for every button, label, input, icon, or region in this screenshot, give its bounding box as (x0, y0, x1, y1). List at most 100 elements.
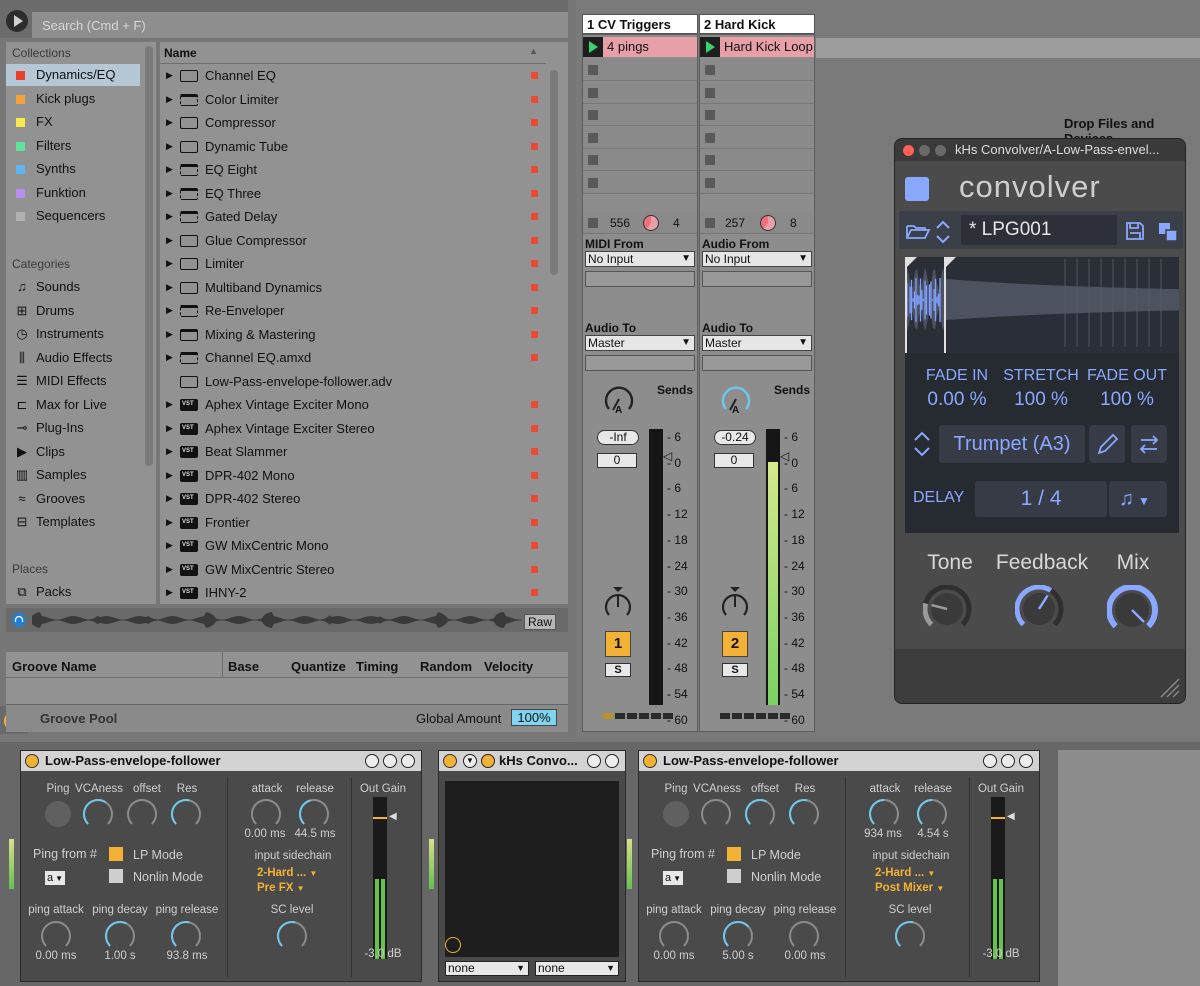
clip-slot[interactable] (583, 81, 697, 104)
file-row[interactable]: ▶ Color Limiter (160, 88, 546, 111)
attack-knob[interactable] (867, 797, 901, 829)
file-row[interactable]: ▶ VST IHNY-2 (160, 581, 546, 604)
file-row[interactable]: ▶ VST GW MixCentric Stereo (160, 558, 546, 581)
expand-arrow-icon[interactable]: ▶ (166, 511, 173, 534)
minimize-window-button[interactable] (919, 145, 930, 156)
mix-knob[interactable] (1107, 585, 1159, 637)
expand-arrow-icon[interactable]: ▶ (166, 111, 173, 134)
stop-button[interactable] (705, 132, 715, 143)
expand-arrow-icon[interactable]: ▶ (166, 299, 173, 322)
clip-slot[interactable] (700, 59, 814, 81)
stop-button[interactable] (705, 65, 715, 75)
expand-arrow-icon[interactable]: ▶ (166, 64, 173, 87)
vcaness-knob[interactable] (81, 797, 115, 829)
instrument-updown-icon[interactable] (913, 429, 931, 459)
category-item[interactable]: ⊸ Plug-Ins (6, 417, 140, 439)
param-map-select[interactable]: none ▼ (535, 961, 619, 976)
input-dropdown[interactable]: No Input ▼ (585, 251, 695, 267)
device-titlebar[interactable]: Low-Pass-envelope-follower (639, 751, 1039, 771)
sidechain-tap[interactable]: Post Mixer ▼ (875, 882, 965, 894)
expand-arrow-icon[interactable]: ▶ (166, 182, 173, 205)
ping-button[interactable] (45, 801, 71, 827)
lp-mode-toggle[interactable] (109, 847, 123, 861)
lp-mode-toggle[interactable] (727, 847, 741, 861)
category-item[interactable]: ▶ Clips (6, 441, 140, 463)
device-power-button[interactable] (25, 754, 39, 768)
offset-knob[interactable] (743, 797, 777, 829)
file-row[interactable]: ▶ Channel EQ (160, 64, 546, 87)
power-button[interactable] (905, 177, 929, 201)
file-row[interactable]: ▶ VST DPR-402 Mono (160, 464, 546, 487)
file-row[interactable]: ▶ VST Beat Slammer (160, 440, 546, 463)
pan-knob[interactable] (718, 585, 752, 621)
output-channel-box[interactable] (585, 355, 695, 371)
file-row[interactable]: ▶ Compressor (160, 111, 546, 134)
output-channel-box[interactable] (702, 355, 812, 371)
collection-item[interactable]: Filters (6, 135, 140, 157)
stop-button[interactable] (588, 110, 598, 120)
track-activator-button[interactable]: 2 (722, 631, 748, 657)
device-titlebar[interactable]: Low-Pass-envelope-follower (21, 751, 421, 771)
delay-sync-dropdown[interactable]: ♫ ▼ (1109, 481, 1167, 517)
expand-arrow-icon[interactable]: ▶ (166, 440, 173, 463)
device-power-button[interactable] (643, 754, 657, 768)
expand-arrow-icon[interactable]: ▶ (166, 252, 173, 275)
expand-arrow-icon[interactable]: ▶ (166, 464, 173, 487)
track-activator-button[interactable]: 1 (605, 631, 631, 657)
out-gain-handle[interactable] (373, 817, 387, 819)
category-item[interactable]: ⊞ Drums (6, 300, 140, 322)
fade-in-value[interactable]: 0.00 % (915, 389, 999, 411)
volume-readout[interactable]: -Inf (597, 430, 639, 445)
clip-slot[interactable] (700, 149, 814, 171)
file-row[interactable]: ▶ Dynamic Tube (160, 135, 546, 158)
expand-arrow-icon[interactable]: ▶ (166, 88, 173, 111)
ping-decay-knob[interactable] (103, 919, 137, 951)
fade-out-value[interactable]: 100 % (1083, 389, 1171, 411)
impulse-waveform[interactable] (905, 257, 1179, 353)
collection-item[interactable]: Kick plugs (6, 88, 140, 110)
output-dropdown[interactable]: Master ▼ (585, 335, 695, 351)
file-row[interactable]: ▶ Limiter (160, 252, 546, 275)
file-row[interactable]: ▶ Re-Enveloper (160, 299, 546, 322)
place-item[interactable]: ⧉ Packs (6, 581, 140, 603)
clip-slot[interactable] (583, 171, 697, 194)
pan-readout[interactable]: 0 (597, 453, 637, 468)
stop-button[interactable] (705, 110, 715, 120)
res-knob[interactable] (169, 797, 203, 829)
ping-release-knob[interactable] (787, 919, 821, 951)
expand-arrow-icon[interactable]: ▶ (166, 534, 173, 557)
nonlin-mode-toggle[interactable] (727, 869, 741, 883)
volume-readout[interactable]: -0.24 (714, 430, 756, 445)
category-item[interactable]: ☰ MIDI Effects (6, 370, 140, 392)
zoom-window-button[interactable] (935, 145, 946, 156)
expand-arrow-icon[interactable]: ▶ (166, 229, 173, 252)
clip-slot-playing[interactable]: Hard Kick Loop (700, 37, 814, 57)
clip-slot-playing[interactable]: 4 pings (583, 37, 697, 57)
pan-knob[interactable] (601, 585, 635, 621)
expand-arrow-icon[interactable]: ▶ (166, 558, 173, 581)
pan-readout[interactable]: 0 (714, 453, 754, 468)
file-row[interactable]: ▶ VST Aphex Vintage Exciter Stereo (160, 417, 546, 440)
device-fold-icon[interactable] (401, 754, 415, 768)
clip-slot[interactable] (700, 171, 814, 194)
input-channel-box[interactable] (702, 271, 812, 287)
stop-button[interactable] (705, 155, 715, 165)
stop-all-button[interactable] (705, 218, 715, 228)
category-item[interactable]: ♫ Sounds (6, 276, 140, 298)
release-knob[interactable] (297, 797, 331, 829)
preset-name[interactable]: * LPG001 (961, 215, 1117, 245)
folder-open-icon[interactable] (905, 221, 931, 241)
wrench-icon[interactable] (481, 754, 495, 768)
device-hotswap-icon[interactable] (605, 754, 619, 768)
category-item[interactable]: ◷ Instruments (6, 323, 140, 345)
resize-handle-icon[interactable] (1157, 675, 1181, 699)
crossfader-strip[interactable] (603, 713, 675, 719)
file-row[interactable]: ▶ VST DPR-402 Stereo (160, 487, 546, 510)
file-list-scrollbar[interactable] (550, 70, 558, 275)
clip-slot[interactable] (583, 59, 697, 81)
offset-knob[interactable] (125, 797, 159, 829)
clip-play-button[interactable] (700, 37, 720, 57)
file-row[interactable]: Low-Pass-envelope-follower.adv (160, 370, 546, 393)
clip-slot[interactable] (583, 126, 697, 149)
category-item[interactable]: ⫼ Audio Effects (6, 347, 140, 369)
